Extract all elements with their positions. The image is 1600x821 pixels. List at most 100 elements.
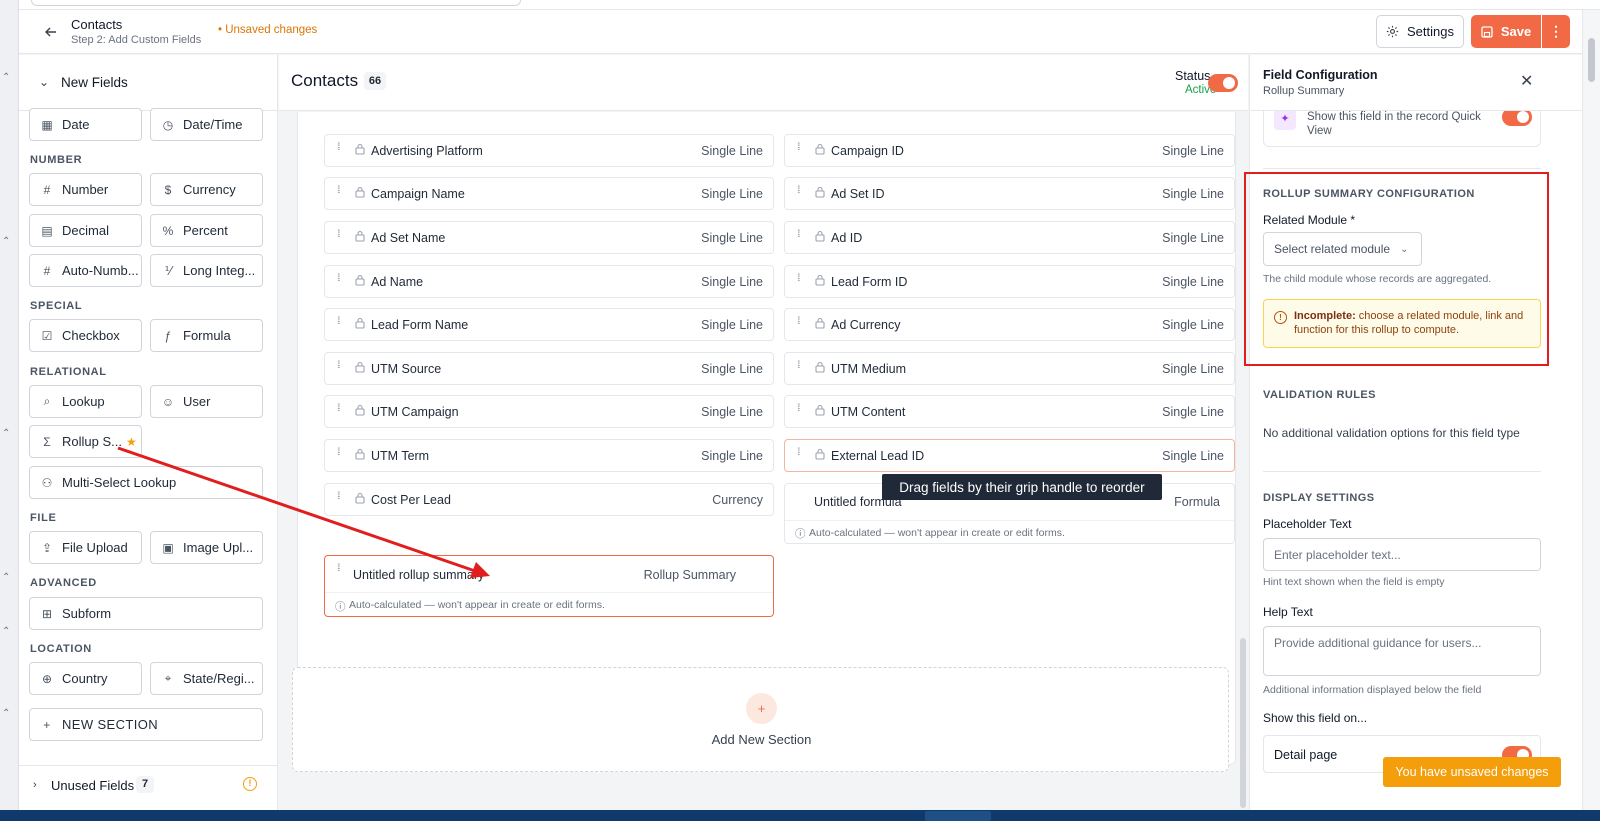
grip-icon[interactable]: ⁞⁞	[337, 230, 340, 240]
field-type-auto-number[interactable]: # Auto-Numb...	[29, 254, 142, 287]
placeholder-text-input[interactable]: Enter placeholder text...	[1263, 538, 1541, 571]
unsaved-changes-toast[interactable]: You have unsaved changes	[1383, 757, 1561, 787]
field-type-label: Image Upl...	[183, 540, 254, 555]
field-type-number[interactable]: # Number	[29, 173, 142, 206]
field-type-country[interactable]: ⊕ Country	[29, 662, 142, 695]
status-toggle[interactable]	[1208, 74, 1238, 92]
grip-icon[interactable]: ⁞⁞	[337, 186, 340, 196]
grip-icon[interactable]: ⁞⁞	[797, 186, 800, 196]
field-row[interactable]: ⁞⁞ Advertising Platform Single Line	[324, 134, 774, 167]
field-type-image-upload[interactable]: ▣ Image Upl...	[150, 531, 263, 564]
grip-icon[interactable]: ⁞⁞	[797, 361, 800, 371]
field-row[interactable]: ⁞⁞ Lead Form ID Single Line	[784, 265, 1235, 298]
field-type-datetime[interactable]: ◷ Date/Time	[150, 108, 263, 141]
chevron-up-icon[interactable]: ⌃	[2, 428, 10, 439]
grip-icon[interactable]: ⁞⁞	[337, 317, 340, 327]
field-row[interactable]: ⁞⁞ UTM Content Single Line	[784, 395, 1235, 428]
field-row[interactable]: ⁞⁞ Ad ID Single Line	[784, 221, 1235, 254]
field-row[interactable]: ⁞⁞ Lead Form Name Single Line	[324, 308, 774, 341]
field-type-state-region[interactable]: ⌖ State/Regi...	[150, 662, 263, 695]
add-section-dropzone[interactable]: + Add New Section	[292, 667, 1229, 772]
field-type: Single Line	[701, 362, 763, 376]
grip-icon[interactable]: ⁞⁞	[337, 143, 340, 153]
field-row[interactable]: ⁞⁞ Cost Per Lead Currency	[324, 483, 774, 516]
new-fields-header[interactable]: ⌄ New Fields	[19, 55, 277, 111]
browser-tab[interactable]	[31, 0, 521, 6]
close-icon[interactable]: ✕	[1520, 71, 1533, 91]
field-count-badge: 66	[364, 72, 386, 90]
field-type: Single Line	[1162, 318, 1224, 332]
new-section-button[interactable]: + NEW SECTION	[29, 708, 263, 741]
help-text-textarea[interactable]: Provide additional guidance for users...	[1263, 626, 1541, 676]
lock-icon	[815, 186, 825, 198]
calculator-icon: ▤	[41, 223, 53, 238]
field-row[interactable]: ⁞⁞ Ad Currency Single Line	[784, 308, 1235, 341]
settings-button[interactable]: Settings	[1376, 15, 1464, 48]
chevron-up-icon[interactable]: ⌃	[2, 72, 10, 83]
save-button[interactable]: Save	[1471, 15, 1541, 48]
file-upload-icon: ⇪	[41, 540, 53, 555]
field-type-lookup[interactable]: ⌕ Lookup	[29, 385, 142, 418]
field-row[interactable]: ⁞⁞ Ad Set Name Single Line	[324, 221, 774, 254]
chevron-up-icon[interactable]: ⌃	[2, 572, 10, 583]
field-type-label: State/Regi...	[183, 671, 255, 686]
field-type: Single Line	[1162, 449, 1224, 463]
warning-icon: !	[243, 777, 257, 791]
field-type-rollup-summary[interactable]: Σ Rollup S... ★	[29, 425, 142, 458]
field-row[interactable]: ⁞⁞ UTM Medium Single Line	[784, 352, 1235, 385]
globe-icon: ⊕	[41, 671, 53, 686]
field-type-subform[interactable]: ⊞ Subform	[29, 597, 263, 630]
auto-calc-note: Auto-calculated — won't appear in create…	[809, 527, 1065, 539]
field-row[interactable]: ⁞⁞ Ad Name Single Line	[324, 265, 774, 298]
chevron-up-icon[interactable]: ⌃	[2, 236, 10, 247]
grip-icon[interactable]: ⁞⁞	[337, 404, 340, 414]
chevron-up-icon[interactable]: ⌃	[2, 626, 10, 637]
back-arrow-icon[interactable]	[41, 22, 61, 42]
chevron-up-icon[interactable]: ⌃	[2, 708, 10, 719]
field-row[interactable]: ⁞⁞ Ad Set ID Single Line	[784, 177, 1235, 210]
grip-icon[interactable]: ⁞⁞	[797, 274, 800, 284]
grip-icon[interactable]: ⁞⁞	[337, 361, 340, 371]
more-options-button[interactable]: ⋮	[1542, 15, 1570, 48]
grip-icon[interactable]: ⁞⁞	[337, 448, 340, 458]
grip-icon[interactable]: ⁞⁞	[797, 317, 800, 327]
field-row[interactable]: ⁞⁞ Campaign ID Single Line	[784, 134, 1235, 167]
field-row[interactable]: ⁞⁞ External Lead ID Single Line	[784, 439, 1235, 472]
scrollbar-thumb[interactable]	[1588, 38, 1595, 82]
unused-fields-toggle[interactable]: › Unused Fields 7 !	[19, 765, 277, 805]
field-type-file-upload[interactable]: ⇪ File Upload	[29, 531, 142, 564]
field-type-percent[interactable]: % Percent	[150, 214, 263, 247]
lock-icon	[815, 448, 825, 460]
taskbar-item[interactable]	[925, 811, 991, 821]
field-type: Single Line	[701, 144, 763, 158]
page-subtitle: Step 2: Add Custom Fields	[71, 34, 202, 46]
field-type-multi-select-lookup[interactable]: ⚇ Multi-Select Lookup	[29, 466, 263, 499]
grip-icon[interactable]: ⁞⁞	[337, 564, 340, 574]
field-type-user[interactable]: ☺ User	[150, 385, 263, 418]
grip-icon[interactable]: ⁞⁞	[797, 404, 800, 414]
field-row[interactable]: ⁞⁞ UTM Campaign Single Line	[324, 395, 774, 428]
grip-icon[interactable]: ⁞⁞	[797, 143, 800, 153]
calendar-icon: ▦	[41, 117, 53, 132]
field-type-date[interactable]: ▦ Date	[29, 108, 142, 141]
panel-title: Field Configuration	[1263, 68, 1378, 82]
grip-icon[interactable]: ⁞⁞	[337, 274, 340, 284]
grip-icon[interactable]: ⁞⁞	[797, 448, 800, 458]
grip-icon[interactable]: ⁞⁞	[797, 230, 800, 240]
page-scrollbar[interactable]	[1582, 10, 1600, 810]
rollup-field-card[interactable]: ⁞⁞ Untitled rollup summary Rollup Summar…	[324, 555, 774, 617]
table-icon: ⊞	[41, 606, 53, 621]
field-row[interactable]: ⁞⁞ UTM Term Single Line	[324, 439, 774, 472]
field-type-formula[interactable]: ƒ Formula	[150, 319, 263, 352]
field-type-checkbox[interactable]: ☑ Checkbox	[29, 319, 142, 352]
grip-icon[interactable]: ⁞⁞	[337, 492, 340, 502]
field-type-currency[interactable]: $ Currency	[150, 173, 263, 206]
field-name: Campaign Name	[371, 187, 465, 201]
field-type-long-integer[interactable]: ⅟ Long Integ...	[150, 254, 263, 287]
field-type-decimal[interactable]: ▤ Decimal	[29, 214, 142, 247]
canvas-scrollbar[interactable]	[1240, 638, 1246, 808]
field-row[interactable]: ⁞⁞ UTM Source Single Line	[324, 352, 774, 385]
field-row[interactable]: ⁞⁞ Campaign Name Single Line	[324, 177, 774, 210]
hash-icon: #	[43, 263, 51, 278]
plus-icon[interactable]: +	[746, 693, 777, 724]
